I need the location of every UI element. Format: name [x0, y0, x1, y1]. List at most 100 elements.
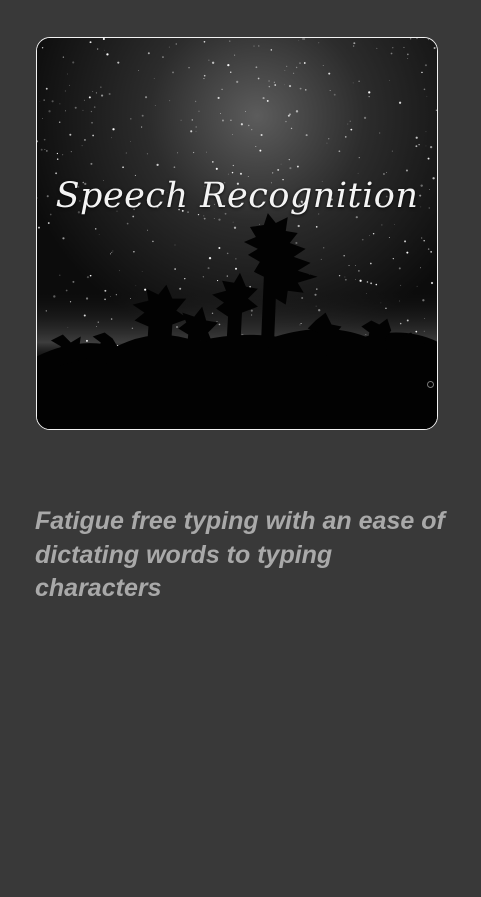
star-dot — [315, 225, 318, 228]
star-dot — [315, 305, 317, 307]
star-dot — [284, 84, 286, 86]
star-dot — [368, 95, 370, 98]
star-dot — [102, 38, 105, 41]
star-dot — [358, 80, 360, 82]
star-dot — [355, 216, 358, 219]
star-dot — [406, 251, 409, 254]
star-dot — [211, 312, 214, 314]
star-dot — [427, 157, 430, 160]
star-dot — [430, 281, 434, 285]
star-dot — [349, 120, 351, 122]
star-dot — [152, 240, 154, 243]
star-dot — [316, 288, 318, 290]
star-dot — [40, 148, 43, 151]
star-dot — [147, 229, 148, 231]
star-dot — [72, 61, 75, 64]
star-dot — [368, 91, 371, 94]
star-dot — [217, 279, 219, 282]
star-dot — [234, 54, 236, 56]
star-dot — [399, 300, 400, 302]
star-dot — [235, 258, 237, 260]
star-dot — [62, 154, 64, 156]
star-dot — [245, 111, 246, 112]
star-dot — [217, 96, 220, 100]
star-dot — [208, 257, 212, 260]
star-dot — [375, 283, 378, 286]
star-dot — [390, 52, 393, 55]
star-dot — [328, 72, 331, 75]
star-dot — [415, 330, 418, 333]
star-dot — [289, 167, 292, 170]
star-dot — [343, 255, 345, 257]
star-dot — [92, 91, 94, 93]
star-dot — [110, 296, 111, 297]
star-dot — [344, 136, 347, 138]
star-dot — [154, 105, 156, 106]
star-dot — [141, 126, 143, 128]
hero-title: Speech Recognition — [55, 176, 419, 216]
star-dot — [255, 146, 257, 147]
star-dot — [352, 82, 354, 84]
star-dot — [329, 90, 331, 92]
star-dot — [146, 153, 149, 155]
star-dot — [348, 265, 350, 267]
star-dot — [423, 330, 425, 332]
star-dot — [284, 70, 286, 72]
star-dot — [94, 228, 97, 230]
star-dot — [407, 58, 409, 60]
star-dot — [129, 298, 131, 300]
star-dot — [232, 164, 234, 167]
star-dot — [90, 110, 93, 113]
star-dot — [392, 258, 394, 260]
star-dot — [260, 133, 263, 137]
star-dot — [251, 314, 253, 316]
star-dot — [230, 119, 232, 121]
star-dot — [416, 38, 418, 40]
star-dot — [353, 42, 356, 45]
star-dot — [69, 84, 71, 86]
star-dot — [44, 149, 46, 151]
star-dot — [381, 224, 383, 226]
star-dot — [404, 240, 407, 243]
star-dot — [354, 279, 356, 280]
star-dot — [297, 224, 300, 228]
star-dot — [89, 274, 92, 277]
star-dot — [133, 251, 135, 253]
star-dot — [104, 298, 106, 301]
star-dot — [388, 79, 390, 81]
star-dot — [240, 123, 243, 126]
star-dot — [104, 49, 105, 51]
star-dot — [118, 270, 120, 272]
star-dot — [211, 61, 215, 64]
star-dot — [100, 86, 102, 88]
star-dot — [58, 121, 61, 124]
star-dot — [304, 38, 306, 40]
star-dot — [399, 322, 402, 325]
star-dot — [344, 278, 347, 281]
star-dot — [195, 126, 198, 128]
star-dot — [92, 134, 94, 137]
star-dot — [83, 314, 86, 317]
star-dot — [227, 173, 229, 175]
star-dot — [122, 166, 124, 169]
star-dot — [350, 128, 353, 131]
star-dot — [125, 152, 127, 154]
star-dot — [277, 168, 280, 171]
star-dot — [355, 264, 356, 266]
star-dot — [173, 166, 176, 168]
star-dot — [67, 326, 69, 328]
star-dot — [110, 318, 113, 320]
star-dot — [70, 151, 72, 153]
star-dot — [430, 251, 432, 253]
star-dot — [318, 42, 320, 44]
star-dot — [230, 71, 232, 73]
star-dot — [130, 141, 131, 142]
star-dot — [285, 65, 288, 68]
star-dot — [394, 224, 395, 226]
star-dot — [38, 226, 40, 229]
star-dot — [406, 53, 409, 56]
star-dot — [93, 106, 96, 108]
star-dot — [97, 321, 99, 323]
star-dot — [398, 267, 401, 270]
star-dot — [202, 276, 205, 278]
